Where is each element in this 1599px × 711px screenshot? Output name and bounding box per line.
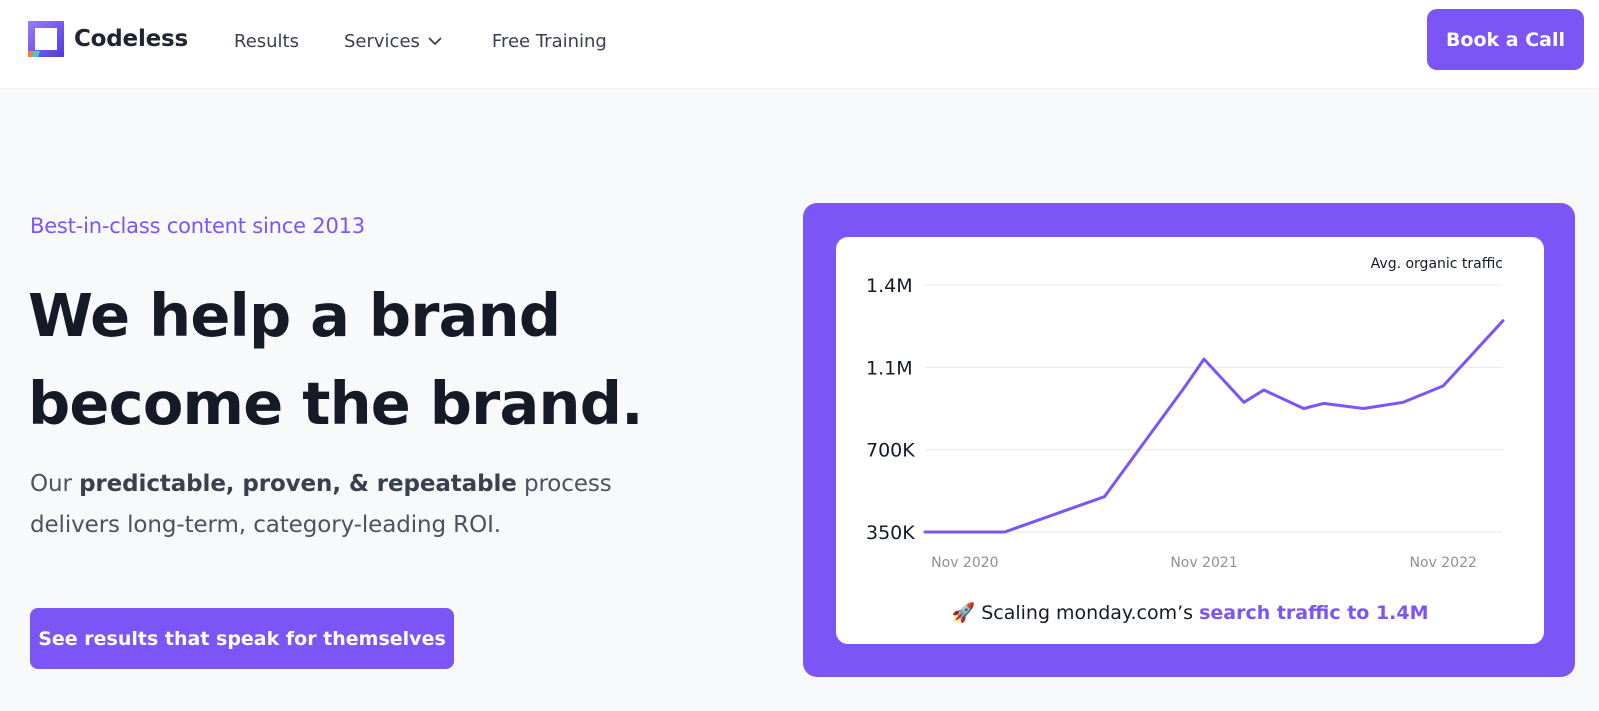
subtext-pre: Our bbox=[30, 471, 80, 497]
y-tick-label: 1.4M bbox=[866, 275, 913, 297]
legend-label: Avg. organic traffic bbox=[1371, 256, 1503, 272]
chart-frame: 350K 700K 1.1M 1.4M Nov 2020 Nov 2021 Nov 2022… bbox=[803, 203, 1575, 677]
caption-highlight: search traffic to 1.4M bbox=[1199, 602, 1429, 624]
y-tick-label: 1.1M bbox=[866, 357, 913, 379]
brand-name: Codeless bbox=[74, 26, 189, 52]
nav-free-training-link[interactable]: Free Training bbox=[492, 28, 607, 54]
traffic-chart: 350K 700K 1.1M 1.4M Nov 2020 Nov 2021 Nov 2022… bbox=[866, 256, 1505, 571]
codeless-logo-icon bbox=[28, 21, 64, 57]
hero-headline: We help a brand become the brand. bbox=[28, 272, 748, 448]
hero-eyebrow: Best-in-class content since 2013 bbox=[30, 214, 365, 238]
chevron-down-icon bbox=[428, 37, 442, 45]
series-line bbox=[923, 319, 1505, 534]
nav-services-label: Services bbox=[344, 30, 420, 52]
traffic-chart-card: 350K 700K 1.1M 1.4M Nov 2020 Nov 2021 Nov 2022… bbox=[836, 237, 1544, 644]
headline-line-2: become the brand. bbox=[28, 369, 644, 438]
caption-text: Scaling monday.com’s bbox=[975, 602, 1200, 624]
book-a-call-button[interactable]: Book a Call bbox=[1427, 9, 1584, 70]
brand-logo-link[interactable]: Codeless bbox=[28, 20, 188, 58]
see-results-button[interactable]: See results that speak for themselves bbox=[30, 608, 454, 669]
hero-subtext: Our predictable, proven, & repeatable pr… bbox=[30, 464, 670, 546]
y-tick-label: 350K bbox=[866, 522, 915, 544]
headline-line-1: We help a brand bbox=[28, 281, 561, 350]
rocket-icon: 🚀 bbox=[951, 602, 976, 624]
y-tick-label: 700K bbox=[866, 440, 915, 462]
nav-services-dropdown[interactable]: Services bbox=[344, 28, 444, 54]
x-tick-label: Nov 2020 bbox=[931, 555, 998, 571]
site-header: Codeless Results Services Free Training … bbox=[0, 0, 1599, 89]
x-tick-label: Nov 2021 bbox=[1170, 555, 1237, 571]
x-tick-label: Nov 2022 bbox=[1410, 555, 1477, 571]
nav-results-link[interactable]: Results bbox=[234, 28, 299, 54]
chart-caption: 🚀 Scaling monday.com’s search traffic to… bbox=[836, 601, 1544, 624]
subtext-bold: predictable, proven, & repeatable bbox=[79, 471, 517, 497]
main-nav: Results Services Free Training bbox=[234, 28, 607, 54]
